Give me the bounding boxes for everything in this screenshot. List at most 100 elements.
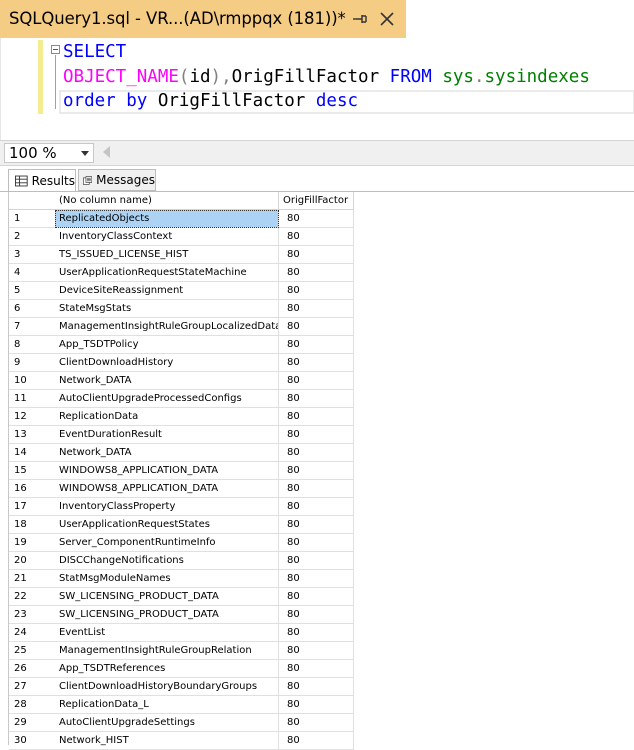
origfillfactor-cell[interactable]: 80 <box>279 606 354 624</box>
table-row[interactable]: 14 Network_DATA 80 <box>9 444 634 462</box>
row-number-cell[interactable]: 5 <box>9 282 55 300</box>
name-cell[interactable]: App_TSDTReferences <box>55 660 279 678</box>
row-number-cell[interactable]: 27 <box>9 678 55 696</box>
table-row[interactable]: 7 ManagementInsightRuleGroupLocalizedData… <box>9 318 634 336</box>
name-cell[interactable]: App_TSDTPolicy <box>55 336 279 354</box>
table-row[interactable]: 30 Network_HIST 80 <box>9 732 634 750</box>
table-row[interactable]: 13 EventDurationResult 80 <box>9 426 634 444</box>
origfillfactor-cell[interactable]: 80 <box>279 570 354 588</box>
table-row[interactable]: 19 Server_ComponentRuntimeInfo 80 <box>9 534 634 552</box>
table-row[interactable]: 12 ReplicationData 80 <box>9 408 634 426</box>
name-cell[interactable]: EventList <box>55 624 279 642</box>
origfillfactor-cell[interactable]: 80 <box>279 696 354 714</box>
origfillfactor-cell[interactable]: 80 <box>279 732 354 750</box>
table-row[interactable]: 28 ReplicationData_L 80 <box>9 696 634 714</box>
table-row[interactable]: 22 SW_LICENSING_PRODUCT_DATA 80 <box>9 588 634 606</box>
origfillfactor-cell[interactable]: 80 <box>279 678 354 696</box>
name-cell[interactable]: Server_ComponentRuntimeInfo <box>55 534 279 552</box>
row-number-cell[interactable]: 22 <box>9 588 55 606</box>
name-cell[interactable]: InventoryClassProperty <box>55 498 279 516</box>
row-number-cell[interactable]: 21 <box>9 570 55 588</box>
name-cell[interactable]: DeviceSiteReassignment <box>55 282 279 300</box>
row-number-cell[interactable]: 1 <box>9 210 55 228</box>
origfillfactor-cell[interactable]: 80 <box>279 516 354 534</box>
origfillfactor-cell[interactable]: 80 <box>279 282 354 300</box>
origfillfactor-cell[interactable]: 80 <box>279 462 354 480</box>
table-row[interactable]: 10 Network_DATA 80 <box>9 372 634 390</box>
column-header-origfillfactor[interactable]: OrigFillFactor <box>279 192 354 210</box>
row-number-cell[interactable]: 23 <box>9 606 55 624</box>
name-cell[interactable]: ReplicationData <box>55 408 279 426</box>
row-number-cell[interactable]: 16 <box>9 480 55 498</box>
name-cell[interactable]: StateMsgStats <box>55 300 279 318</box>
name-cell[interactable]: TS_ISSUED_LICENSE_HIST <box>55 246 279 264</box>
table-row[interactable]: 26 App_TSDTReferences 80 <box>9 660 634 678</box>
row-number-cell[interactable]: 14 <box>9 444 55 462</box>
row-number-cell[interactable]: 4 <box>9 264 55 282</box>
name-cell[interactable]: EventDurationResult <box>55 426 279 444</box>
document-tab[interactable]: SQLQuery1.sql - VR...(AD\rmppqx (181))* <box>0 0 406 38</box>
name-cell[interactable]: InventoryClassContext <box>55 228 279 246</box>
name-cell[interactable]: ReplicatedObjects <box>55 210 279 228</box>
tab-results[interactable]: Results <box>8 169 76 191</box>
table-row[interactable]: 27 ClientDownloadHistoryBoundaryGroups 80 <box>9 678 634 696</box>
origfillfactor-cell[interactable]: 80 <box>279 426 354 444</box>
table-row[interactable]: 1 ReplicatedObjects 80 <box>9 210 634 228</box>
column-header-name[interactable]: (No column name) <box>55 192 279 210</box>
name-cell[interactable]: ReplicationData_L <box>55 696 279 714</box>
name-cell[interactable]: Network_HIST <box>55 732 279 750</box>
row-number-cell[interactable]: 6 <box>9 300 55 318</box>
zoom-dropdown[interactable]: 100 % <box>4 143 94 163</box>
name-cell[interactable]: DISCChangeNotifications <box>55 552 279 570</box>
row-number-cell[interactable]: 20 <box>9 552 55 570</box>
code-line[interactable]: order by OrigFillFactor desc <box>63 89 358 113</box>
origfillfactor-cell[interactable]: 80 <box>279 336 354 354</box>
origfillfactor-cell[interactable]: 80 <box>279 228 354 246</box>
table-row[interactable]: 3 TS_ISSUED_LICENSE_HIST 80 <box>9 246 634 264</box>
name-cell[interactable]: Network_DATA <box>55 372 279 390</box>
origfillfactor-cell[interactable]: 80 <box>279 246 354 264</box>
table-row[interactable]: 4 UserApplicationRequestStateMachine 80 <box>9 264 634 282</box>
name-cell[interactable]: SW_LICENSING_PRODUCT_DATA <box>55 588 279 606</box>
origfillfactor-cell[interactable]: 80 <box>279 210 354 228</box>
table-row[interactable]: 21 StatMsgModuleNames 80 <box>9 570 634 588</box>
origfillfactor-cell[interactable]: 80 <box>279 588 354 606</box>
name-cell[interactable]: WINDOWS8_APPLICATION_DATA <box>55 480 279 498</box>
name-cell[interactable]: ClientDownloadHistoryBoundaryGroups <box>55 678 279 696</box>
results-grid[interactable]: (No column name) OrigFillFactor 1 Replica… <box>8 192 634 750</box>
close-icon[interactable] <box>377 9 397 29</box>
name-cell[interactable]: ManagementInsightRuleGroupRelation <box>55 642 279 660</box>
table-row[interactable]: 11 AutoClientUpgradeProcessedConfigs 80 <box>9 390 634 408</box>
row-number-cell[interactable]: 24 <box>9 624 55 642</box>
origfillfactor-cell[interactable]: 80 <box>279 624 354 642</box>
row-number-cell[interactable]: 9 <box>9 354 55 372</box>
table-row[interactable]: 9 ClientDownloadHistory 80 <box>9 354 634 372</box>
row-number-cell[interactable]: 7 <box>9 318 55 336</box>
row-number-cell[interactable]: 13 <box>9 426 55 444</box>
origfillfactor-cell[interactable]: 80 <box>279 390 354 408</box>
table-row[interactable]: 6 StateMsgStats 80 <box>9 300 634 318</box>
table-row[interactable]: 24 EventList 80 <box>9 624 634 642</box>
origfillfactor-cell[interactable]: 80 <box>279 354 354 372</box>
origfillfactor-cell[interactable]: 80 <box>279 372 354 390</box>
name-cell[interactable]: ManagementInsightRuleGroupLocalizedData <box>55 318 279 336</box>
table-row[interactable]: 23 SW_LICENSING_PRODUCT_DATA 80 <box>9 606 634 624</box>
origfillfactor-cell[interactable]: 80 <box>279 480 354 498</box>
origfillfactor-cell[interactable]: 80 <box>279 444 354 462</box>
name-cell[interactable]: WINDOWS8_APPLICATION_DATA <box>55 462 279 480</box>
name-cell[interactable]: UserApplicationRequestStates <box>55 516 279 534</box>
table-row[interactable]: 20 DISCChangeNotifications 80 <box>9 552 634 570</box>
origfillfactor-cell[interactable]: 80 <box>279 642 354 660</box>
row-number-cell[interactable]: 15 <box>9 462 55 480</box>
origfillfactor-cell[interactable]: 80 <box>279 714 354 732</box>
origfillfactor-cell[interactable]: 80 <box>279 660 354 678</box>
row-number-cell[interactable]: 29 <box>9 714 55 732</box>
name-cell[interactable]: AutoClientUpgradeSettings <box>55 714 279 732</box>
collapse-icon[interactable] <box>51 45 60 54</box>
row-number-cell[interactable]: 25 <box>9 642 55 660</box>
name-cell[interactable]: Network_DATA <box>55 444 279 462</box>
origfillfactor-cell[interactable]: 80 <box>279 552 354 570</box>
table-row[interactable]: 16 WINDOWS8_APPLICATION_DATA 80 <box>9 480 634 498</box>
tab-messages[interactable]: Messages <box>78 169 156 191</box>
row-number-cell[interactable]: 17 <box>9 498 55 516</box>
